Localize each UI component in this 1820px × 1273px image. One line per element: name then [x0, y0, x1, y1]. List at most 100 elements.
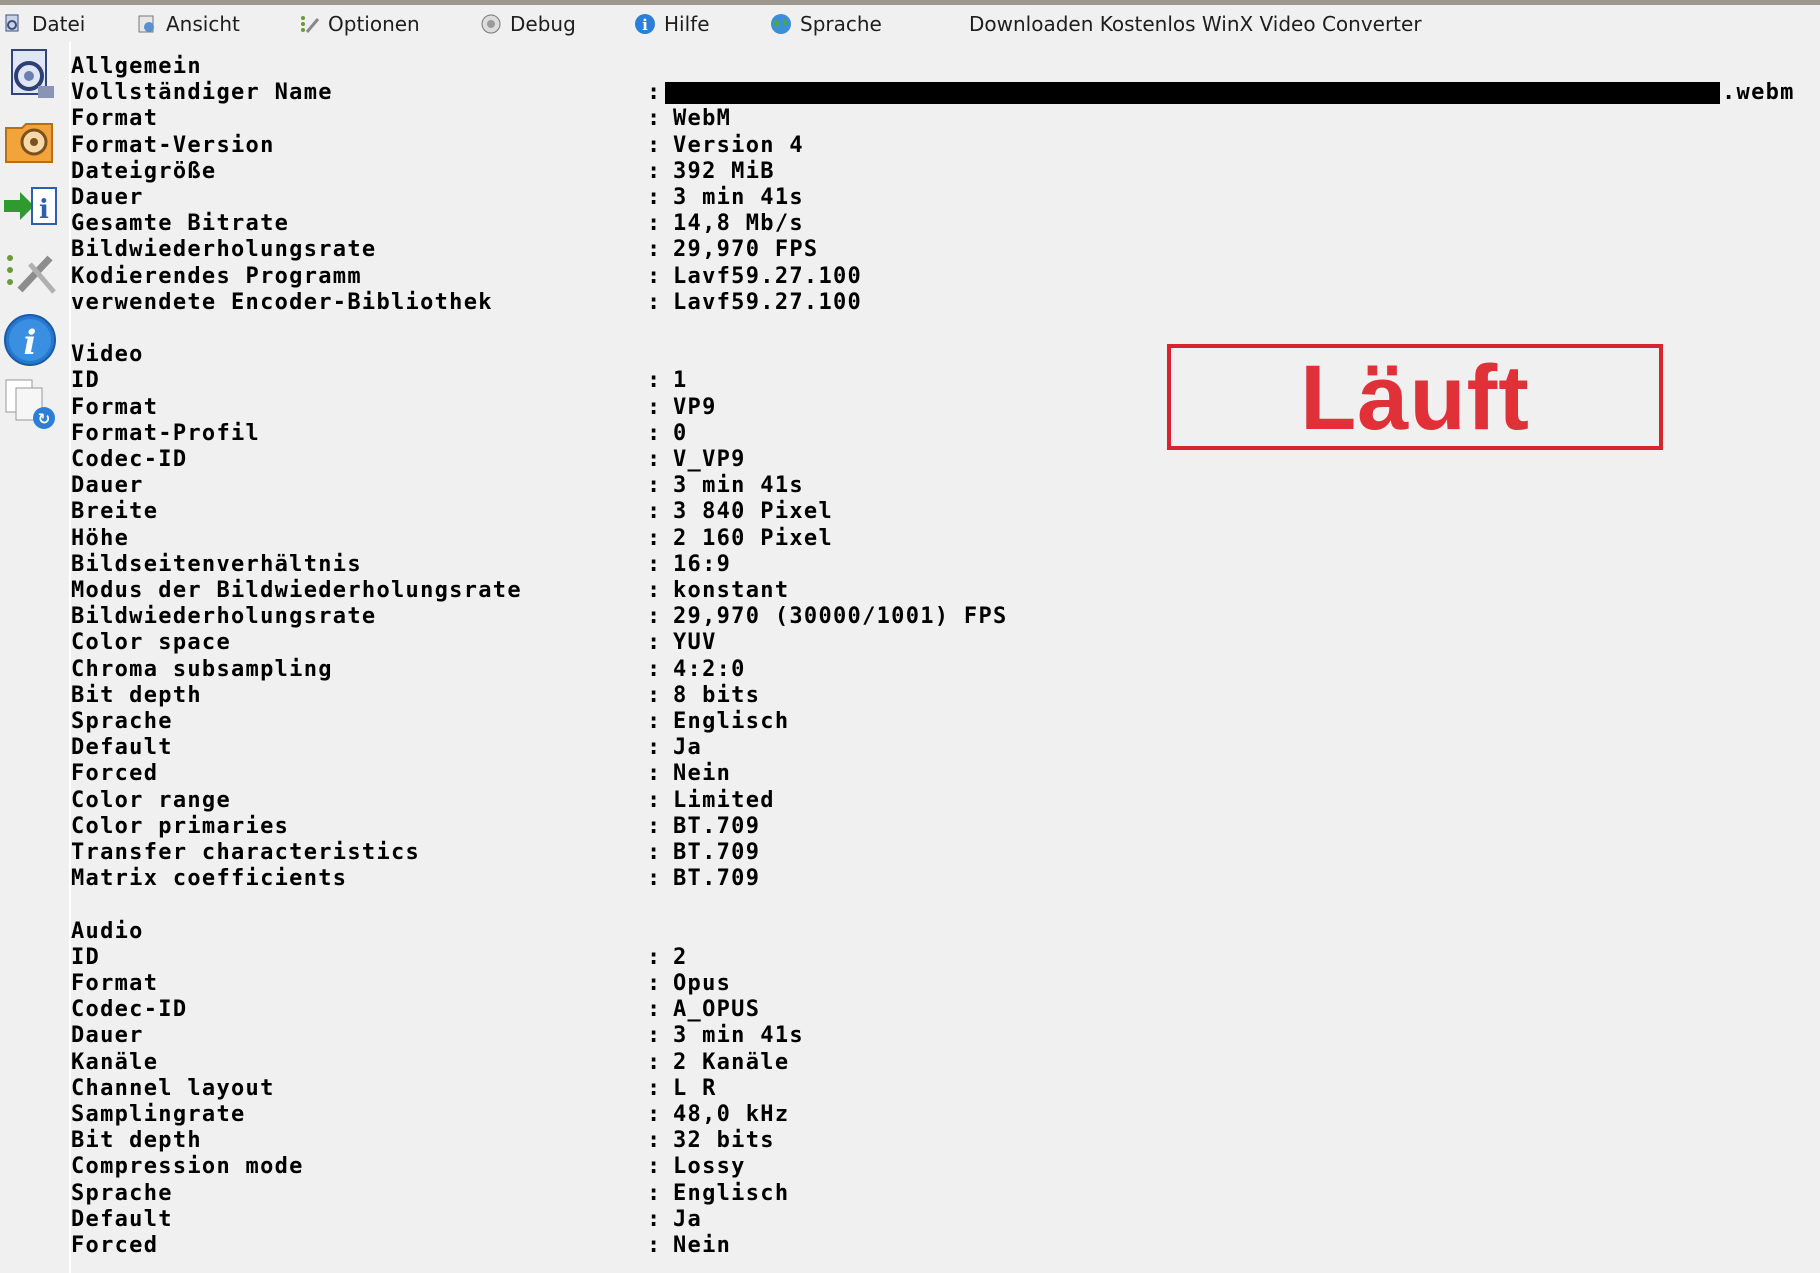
info-separator: :: [647, 368, 662, 394]
info-separator: :: [647, 735, 662, 761]
info-value: 2: [673, 944, 688, 970]
info-separator: :: [647, 761, 662, 787]
info-separator: :: [647, 682, 662, 708]
info-separator: :: [647, 630, 662, 656]
info-separator: :: [647, 420, 662, 446]
info-separator: :: [647, 1180, 662, 1206]
info-label: Sprache: [71, 1180, 173, 1206]
menu-datei-label: Datei: [32, 11, 86, 36]
info-label: Forced: [71, 761, 159, 787]
info-value: Limited: [673, 787, 775, 813]
menu-debug[interactable]: Debug: [480, 5, 576, 42]
info-separator: :: [647, 604, 662, 630]
info-label: ID: [71, 368, 101, 394]
info-value: 14,8 Mb/s: [673, 211, 804, 237]
info-separator: :: [647, 394, 662, 420]
menu-sprache[interactable]: Sprache: [770, 5, 882, 42]
info-value: Englisch: [673, 709, 790, 734]
info-value: 3 840 Pixel: [673, 499, 833, 525]
info-value: BT.709: [673, 840, 761, 865]
info-pages-icon[interactable]: ↻: [2, 376, 60, 434]
svg-text:i: i: [642, 16, 648, 34]
svg-text:↻: ↻: [38, 410, 51, 428]
menu-hilfe[interactable]: i Hilfe: [634, 5, 710, 42]
help-icon: i: [635, 13, 655, 34]
open-file-icon[interactable]: [2, 46, 60, 104]
info-label: Format: [71, 971, 159, 996]
info-separator: :: [647, 840, 662, 865]
info-label: Color space: [71, 630, 231, 656]
status-stamp: Läuft: [1167, 344, 1663, 450]
info-value: 2 Kanäle: [673, 1049, 790, 1075]
info-separator: :: [647, 80, 662, 106]
info-label: Color primaries: [71, 813, 290, 839]
open-folder-icon[interactable]: [2, 112, 60, 170]
info-label: Höhe: [71, 525, 130, 551]
info-separator: :: [647, 1075, 662, 1101]
info-separator: :: [647, 551, 662, 577]
info-label: ID: [71, 944, 101, 970]
about-icon[interactable]: i: [2, 310, 60, 368]
info-label: Codec-ID: [71, 997, 188, 1023]
redacted-path: [665, 82, 1720, 105]
info-label: Dauer: [71, 473, 144, 499]
info-separator: :: [647, 944, 662, 970]
info-separator: :: [647, 1128, 662, 1154]
info-separator: :: [647, 1049, 662, 1075]
audio-heading-text: Audio: [71, 918, 144, 944]
info-separator: :: [647, 656, 662, 682]
info-separator: :: [647, 971, 662, 996]
menu-sprache-label: Sprache: [800, 11, 882, 36]
info-value: Nein: [673, 761, 732, 787]
export-icon[interactable]: i: [2, 178, 60, 236]
info-value: Lavf59.27.100: [673, 263, 863, 289]
info-label: Kanäle: [71, 1049, 159, 1075]
preferences-icon[interactable]: [2, 244, 60, 302]
info-separator: :: [647, 1154, 662, 1180]
info-label: Bildwiederholungsrate: [71, 237, 377, 263]
info-label: Transfer characteristics: [71, 840, 421, 865]
info-value: Version 4: [673, 132, 804, 158]
info-label: Bildseitenverhältnis: [71, 551, 362, 577]
globe-icon: [771, 13, 791, 34]
info-separator: :: [647, 1233, 662, 1258]
info-label: Default: [71, 735, 173, 761]
menu-ansicht[interactable]: Ansicht: [136, 5, 240, 42]
info-separator: :: [647, 211, 662, 237]
info-separator: :: [647, 1206, 662, 1232]
info-value: VP9: [673, 394, 717, 420]
info-separator: :: [647, 473, 662, 499]
info-separator: :: [647, 447, 662, 472]
menu-optionen[interactable]: Optionen: [298, 5, 420, 42]
menu-hilfe-label: Hilfe: [664, 11, 710, 36]
info-separator: :: [647, 525, 662, 551]
info-value: BT.709: [673, 813, 761, 839]
info-value: 3 min 41s: [673, 473, 804, 499]
info-value: Ja: [673, 1206, 703, 1232]
download-converter-link[interactable]: Downloaden Kostenlos WinX Video Converte…: [969, 5, 1422, 42]
info-label: Format-Profil: [71, 420, 261, 446]
info-value: 392 MiB: [673, 158, 775, 184]
info-value: Lossy: [673, 1154, 746, 1180]
info-label: Compression mode: [71, 1154, 304, 1180]
menu-datei[interactable]: Datei: [2, 5, 85, 42]
toolbar: i i ↻: [0, 42, 70, 1273]
view-icon: [138, 15, 154, 32]
info-label: Format: [71, 106, 159, 132]
info-value: .webm: [665, 80, 1795, 106]
info-label: Kodierendes Programm: [71, 263, 362, 289]
info-value: 16:9: [673, 551, 732, 577]
info-label: Bit depth: [71, 682, 202, 708]
info-label: Default: [71, 1206, 173, 1232]
info-label: Breite: [71, 499, 159, 525]
info-separator: :: [647, 1102, 662, 1127]
info-label: Bit depth: [71, 1128, 202, 1154]
info-separator: :: [647, 709, 662, 734]
info-separator: :: [647, 1023, 662, 1049]
info-value: Ja: [673, 735, 703, 761]
info-separator: :: [647, 289, 662, 315]
info-separator: :: [647, 106, 662, 132]
info-value: BT.709: [673, 866, 761, 892]
info-separator: :: [647, 185, 662, 210]
info-label: Color range: [71, 787, 231, 813]
